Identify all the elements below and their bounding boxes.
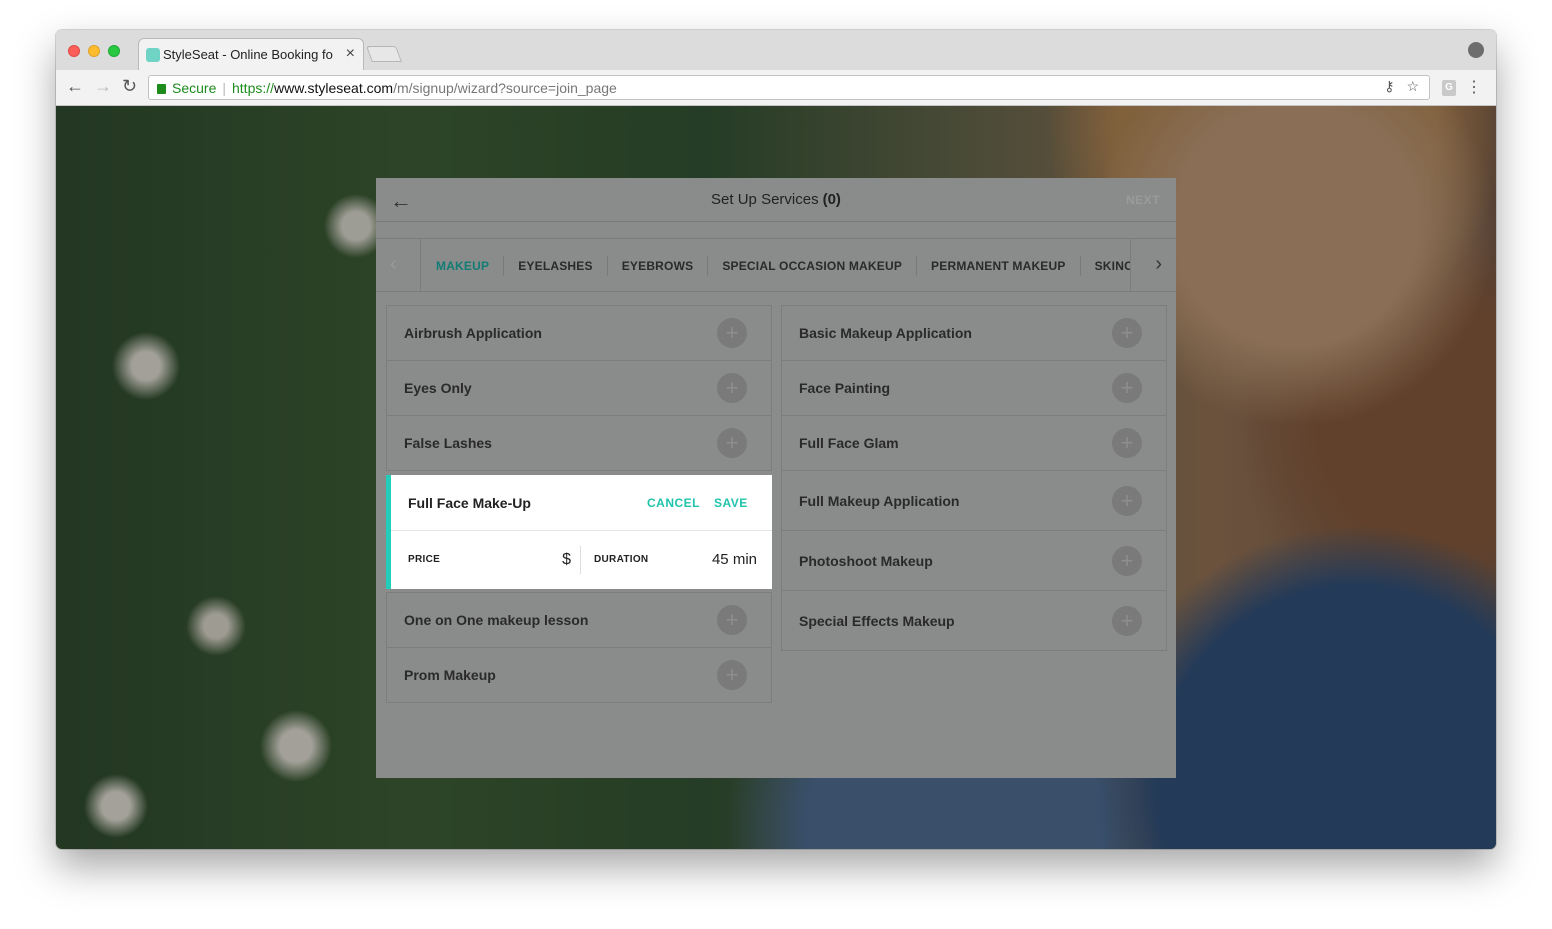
tab-title: StyleSeat - Online Booking for	[163, 47, 333, 62]
service-name: Basic Makeup Application	[799, 325, 972, 341]
tab-category-permanent-makeup[interactable]: PERMANENT MAKEUP	[917, 256, 1081, 276]
price-input[interactable]	[541, 547, 571, 573]
service-name: Face Painting	[799, 380, 891, 396]
url-protocol: https://	[232, 79, 275, 96]
service-row[interactable]: Photoshoot Makeup +	[781, 530, 1167, 591]
add-service-plus-icon[interactable]: +	[717, 318, 747, 348]
back-arrow-icon[interactable]: ←	[66, 76, 84, 97]
price-label: PRICE	[408, 554, 441, 565]
forward-arrow-icon[interactable]: →	[94, 76, 112, 97]
services-left-column: Airbrush Application + Eyes Only + False Las…	[386, 305, 772, 703]
browser-window: StyleSeat - Online Booking for × ← → ↻ S…	[56, 30, 1496, 849]
url-path: /m/signup/wizard?source=join_page	[393, 79, 617, 96]
profile-icon[interactable]	[1468, 42, 1484, 58]
service-row[interactable]: Full Face Glam +	[781, 415, 1167, 471]
service-name: Special Effects Makeup	[799, 612, 955, 629]
address-bar[interactable]: Secure | https:// www.styleseat.com /m/s…	[148, 75, 1430, 100]
service-name: Prom Makeup	[404, 667, 496, 683]
save-button[interactable]: SAVE	[714, 496, 748, 510]
add-service-plus-icon[interactable]: +	[1112, 318, 1142, 348]
browser-toolbar: ← → ↻ Secure | https:// www.styleseat.co…	[56, 70, 1496, 106]
editor-service-name: Full Face Make-Up	[408, 494, 531, 511]
add-service-plus-icon[interactable]: +	[1112, 485, 1142, 516]
divider	[1130, 239, 1131, 291]
tab-category-eyelashes[interactable]: EYELASHES	[504, 256, 608, 276]
chevron-right-icon[interactable]: ›	[1155, 253, 1162, 276]
service-name: Airbrush Application	[404, 325, 542, 341]
category-tabs: ‹ MAKEUP EYELASHES EYEBROWS SPECIAL OCCASIO…	[376, 238, 1176, 292]
chevron-left-icon[interactable]: ‹	[390, 253, 397, 276]
modal-title: Set Up Services	[711, 191, 819, 208]
service-row[interactable]: Eyes Only +	[386, 360, 772, 416]
tab-category-eyebrows[interactable]: EYEBROWS	[608, 256, 709, 276]
arrow-left-icon[interactable]: ←	[390, 188, 412, 214]
service-row[interactable]: Special Effects Makeup +	[781, 590, 1167, 651]
new-tab-button[interactable]	[366, 46, 402, 62]
bookmark-star-icon[interactable]: ☆	[1406, 78, 1419, 94]
url-host: www.styleseat.com	[274, 79, 394, 96]
close-window-button[interactable]	[68, 45, 80, 57]
service-row[interactable]: Face Painting +	[781, 360, 1167, 416]
service-row[interactable]: Full Makeup Application +	[781, 470, 1167, 531]
browser-tab[interactable]: StyleSeat - Online Booking for ×	[138, 38, 364, 70]
service-count: (0)	[822, 191, 841, 208]
extension-icon[interactable]: G	[1442, 80, 1456, 96]
add-service-plus-icon[interactable]: +	[717, 428, 747, 458]
service-name: Full Face Glam	[799, 435, 899, 451]
service-row[interactable]: Prom Makeup +	[386, 647, 772, 703]
service-name: Eyes Only	[404, 380, 472, 396]
secure-label: Secure	[172, 79, 217, 96]
add-service-plus-icon[interactable]: +	[1112, 428, 1142, 458]
service-row[interactable]: One on One makeup lesson +	[386, 592, 772, 648]
add-service-plus-icon[interactable]: +	[717, 660, 747, 690]
service-row[interactable]: Airbrush Application +	[386, 305, 772, 361]
add-service-plus-icon[interactable]: +	[717, 605, 747, 635]
service-row[interactable]: Basic Makeup Application +	[781, 305, 1167, 361]
cancel-button[interactable]: CANCEL	[647, 496, 700, 510]
styleseat-favicon-icon	[146, 48, 160, 62]
service-name: Full Makeup Application	[799, 492, 960, 509]
add-service-plus-icon[interactable]: +	[1112, 373, 1142, 403]
service-editor: Full Face Make-Up CANCEL SAVE PRICE DURA…	[386, 475, 772, 589]
add-service-plus-icon[interactable]: +	[1112, 605, 1142, 636]
add-service-plus-icon[interactable]: +	[1112, 545, 1142, 576]
service-name: Photoshoot Makeup	[799, 552, 933, 569]
page-background: ← Set Up Services (0) NEXT ‹ MAKEUP EYELA…	[56, 106, 1496, 849]
category-list: MAKEUP EYELASHES EYEBROWS SPECIAL OCCASION …	[422, 239, 1130, 291]
key-icon[interactable]: ⚷	[1384, 78, 1394, 94]
tab-category-skincare[interactable]: SKINCARE	[1081, 256, 1130, 276]
field-divider	[580, 546, 581, 574]
lock-icon	[157, 83, 166, 94]
services-right-column: Basic Makeup Application + Face Painting + F…	[781, 305, 1167, 651]
tab-category-makeup[interactable]: MAKEUP	[422, 256, 505, 276]
address-separator: |	[222, 79, 226, 96]
divider	[420, 239, 421, 291]
service-name: One on One makeup lesson	[404, 612, 589, 628]
minimize-window-button[interactable]	[88, 45, 100, 57]
duration-label: DURATION	[594, 554, 649, 565]
tab-strip: StyleSeat - Online Booking for ×	[56, 30, 1496, 70]
tab-close-icon[interactable]: ×	[346, 45, 355, 63]
omnibox-icons: ⚷ ☆	[1384, 78, 1419, 95]
add-service-plus-icon[interactable]: +	[717, 373, 747, 403]
service-name: False Lashes	[404, 435, 492, 451]
browser-menu-icon[interactable]: ⋮	[1466, 77, 1482, 97]
tab-category-special-occasion-makeup[interactable]: SPECIAL OCCASION MAKEUP	[708, 256, 918, 276]
duration-value[interactable]: 45 min	[712, 551, 757, 568]
editor-fields: PRICE DURATION 45 min	[391, 532, 772, 589]
maximize-window-button[interactable]	[108, 45, 120, 57]
reload-icon[interactable]: ↻	[122, 76, 137, 97]
modal-header: ← Set Up Services (0) NEXT	[376, 178, 1176, 222]
next-button[interactable]: NEXT	[1126, 193, 1160, 207]
service-row[interactable]: False Lashes +	[386, 415, 772, 471]
setup-services-modal: ← Set Up Services (0) NEXT ‹ MAKEUP EYELA…	[376, 178, 1176, 778]
